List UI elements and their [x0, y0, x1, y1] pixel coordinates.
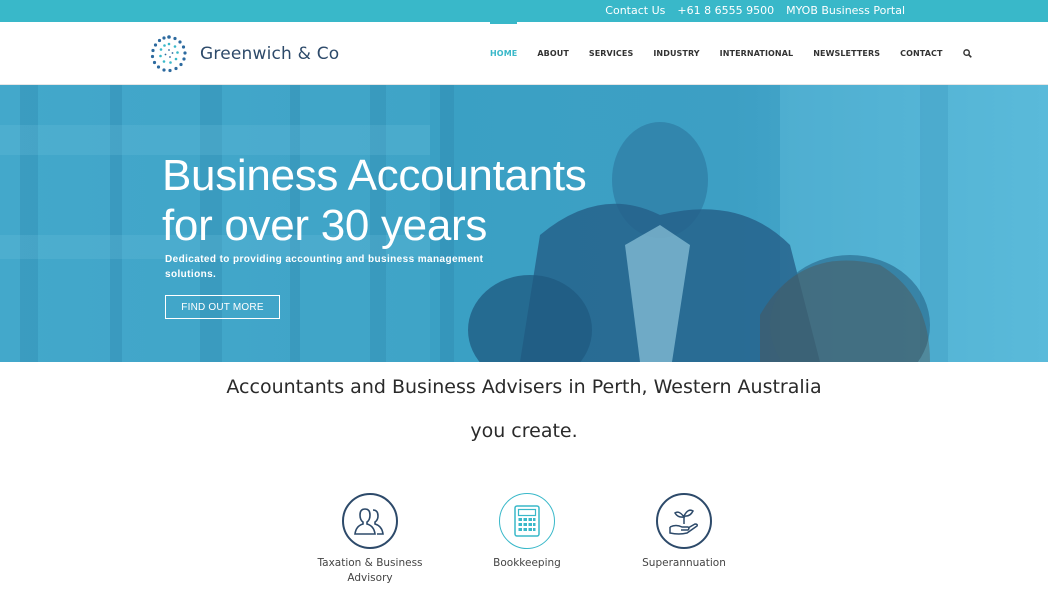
- top-bar: Contact Us +61 8 6555 9500 MYOB Business…: [0, 0, 1048, 22]
- logo-mark-icon: [150, 35, 187, 73]
- nav-newsletters[interactable]: NEWSLETTERS: [803, 22, 890, 85]
- calculator-icon: [514, 505, 540, 537]
- hero-title: Business Accountants for over 30 years: [162, 151, 587, 251]
- find-out-more-button[interactable]: FIND OUT MORE: [165, 295, 280, 319]
- main-nav: HOME ABOUT SERVICES INDUSTRY INTERNATION…: [480, 22, 982, 85]
- nav-industry[interactable]: INDUSTRY: [643, 22, 709, 85]
- service-bookkeeping[interactable]: Bookkeeping: [467, 493, 587, 571]
- nav-services[interactable]: SERVICES: [579, 22, 643, 85]
- logo-text: Greenwich & Co: [200, 44, 340, 64]
- service-taxation[interactable]: Taxation & Business Advisory: [310, 493, 430, 586]
- plant-in-hand-icon: [669, 509, 698, 535]
- logo[interactable]: Greenwich & Co: [148, 34, 339, 74]
- myob-portal-link[interactable]: MYOB Business Portal: [786, 4, 905, 17]
- service-icon-circle: [656, 493, 712, 549]
- service-superannuation[interactable]: Superannuation: [624, 493, 744, 571]
- service-icon-circle: [342, 493, 398, 549]
- contact-us-link[interactable]: Contact Us: [605, 4, 665, 17]
- site-header: Greenwich & Co HOME ABOUT SERVICES INDUS…: [0, 22, 1048, 85]
- nav-home[interactable]: HOME: [480, 22, 527, 85]
- hero-banner: Business Accountants for over 30 years D…: [0, 85, 1048, 362]
- nav-contact[interactable]: CONTACT: [890, 22, 952, 85]
- service-label: Bookkeeping: [493, 557, 561, 569]
- hero-title-line-2: for over 30 years: [162, 201, 488, 250]
- hero-title-line-1: Business Accountants: [162, 151, 587, 200]
- service-label: Superannuation: [642, 557, 726, 569]
- search-button[interactable]: [953, 22, 982, 85]
- phone-link[interactable]: +61 8 6555 9500: [677, 4, 774, 17]
- service-label: Taxation & Business Advisory: [317, 557, 423, 584]
- nav-international[interactable]: INTERNATIONAL: [710, 22, 804, 85]
- search-icon: [962, 49, 972, 58]
- service-icon-circle: [499, 493, 555, 549]
- hero-subtitle: Dedicated to providing accounting and bu…: [165, 254, 484, 280]
- top-links: Contact Us +61 8 6555 9500 MYOB Business…: [605, 4, 905, 17]
- intro-heading: Accountants and Business Advisers in Per…: [226, 376, 822, 398]
- people-icon: [354, 508, 384, 535]
- nav-about[interactable]: ABOUT: [527, 22, 579, 85]
- intro-subheading: you create.: [470, 420, 578, 442]
